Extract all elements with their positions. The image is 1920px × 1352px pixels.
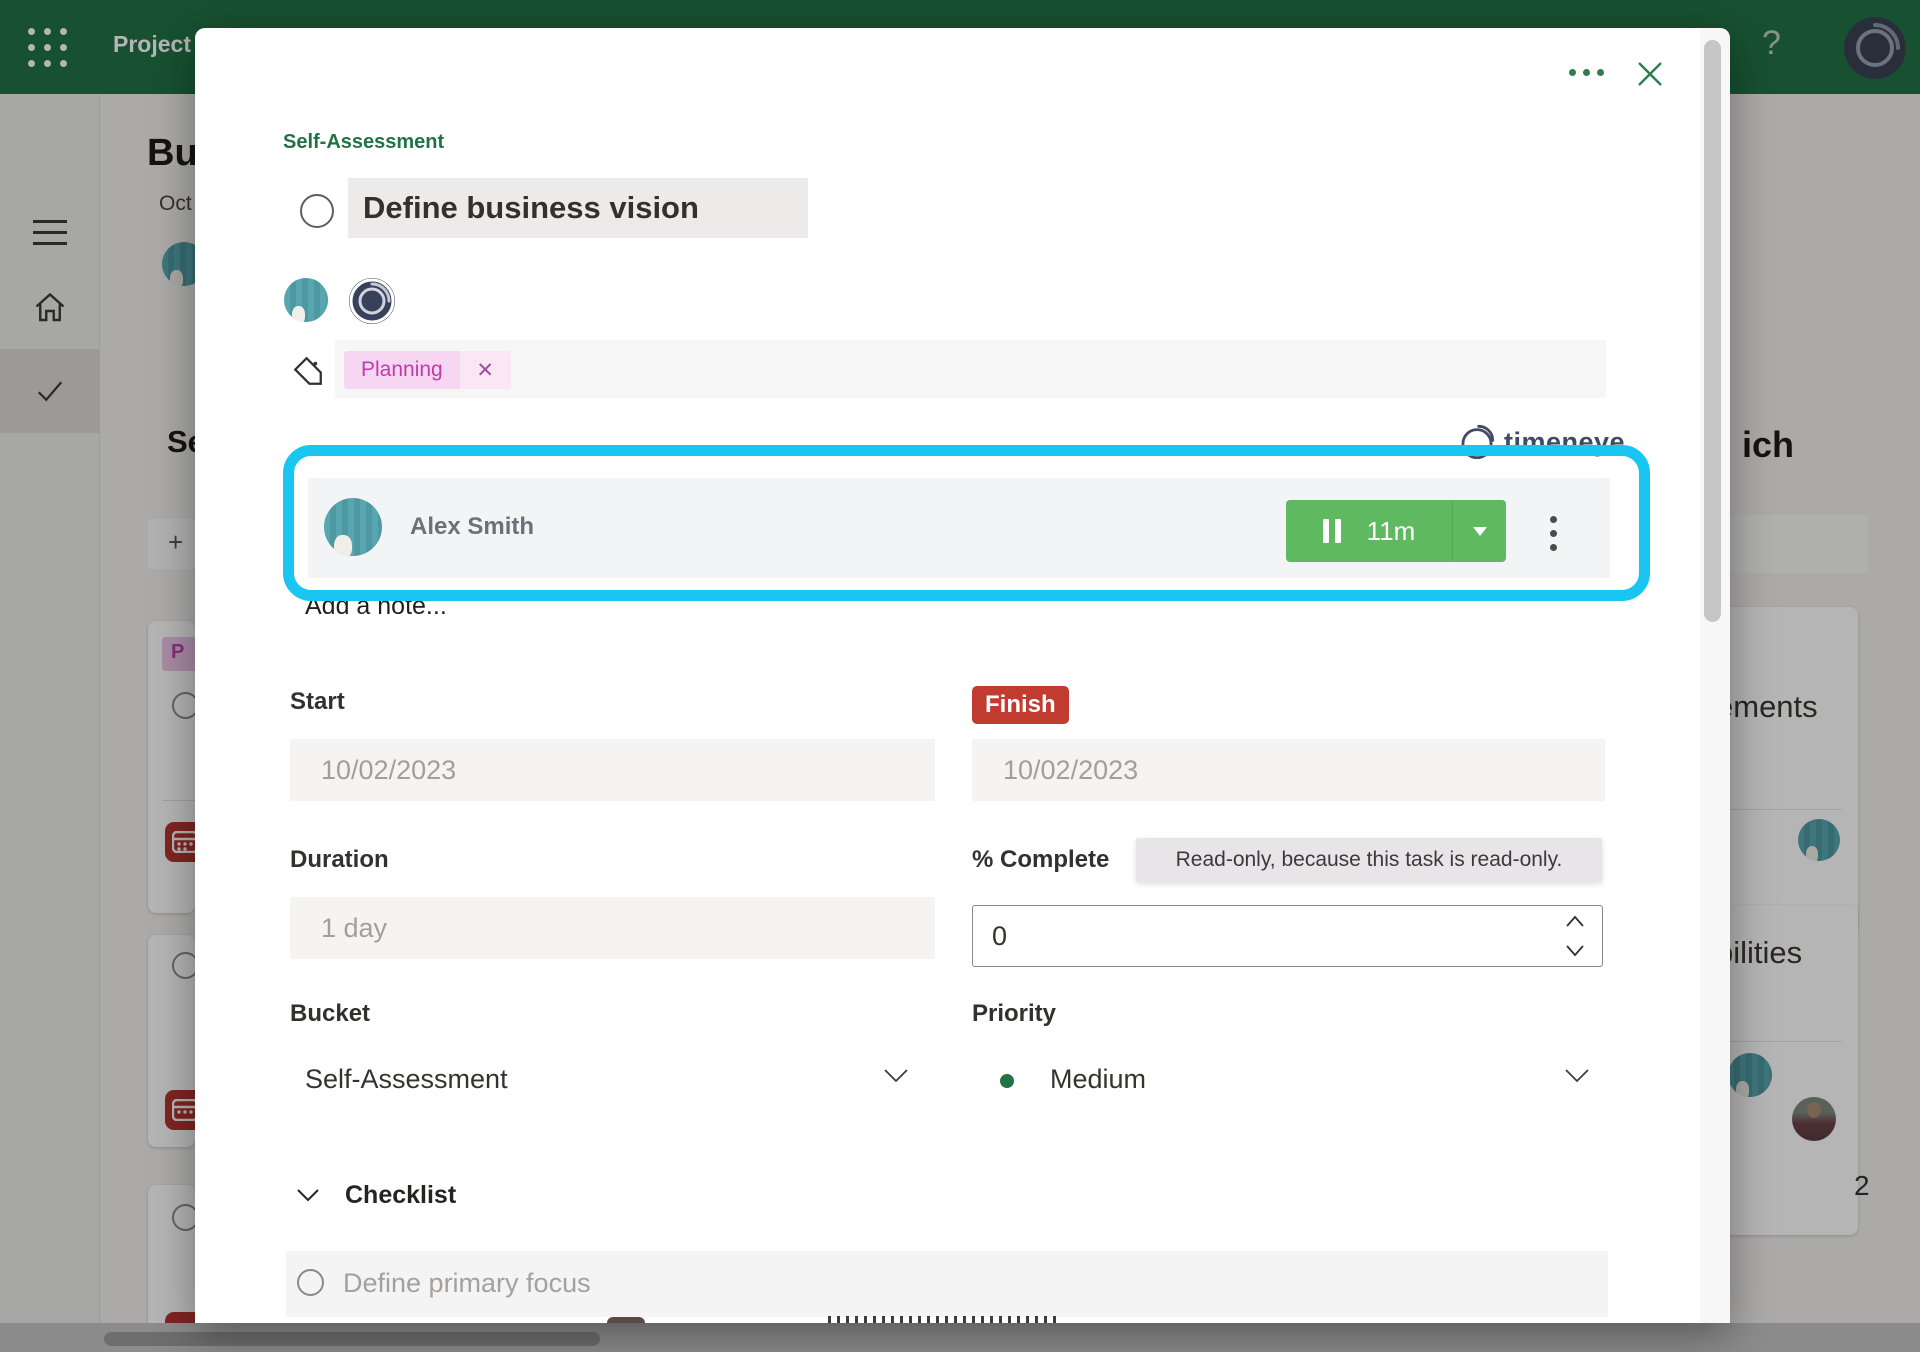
finish-label-badge: Finish xyxy=(972,686,1069,724)
next-row-avatar-fragment xyxy=(607,1317,645,1323)
chevron-down-icon[interactable] xyxy=(883,1068,909,1084)
percent-complete-label: % Complete xyxy=(972,846,1109,874)
bucket-label: Bucket xyxy=(290,1000,370,1028)
priority-dropdown[interactable]: Medium xyxy=(1050,1064,1146,1095)
assignee-avatar[interactable] xyxy=(284,278,328,322)
checklist-item-circle[interactable] xyxy=(297,1269,324,1296)
dialog-scrollbar-thumb[interactable] xyxy=(1704,40,1721,622)
checklist-item-text: Define primary focus xyxy=(343,1268,591,1299)
next-row-text-fragment xyxy=(828,1316,1058,1323)
close-icon[interactable] xyxy=(1635,59,1665,89)
bucket-dropdown[interactable]: Self-Assessment xyxy=(305,1064,508,1095)
chevron-down-icon[interactable] xyxy=(1564,1068,1590,1084)
highlight-focus-box xyxy=(283,445,1650,601)
more-options-icon[interactable] xyxy=(1569,69,1604,76)
checklist-collapse-icon[interactable] xyxy=(296,1188,320,1203)
remove-tag-icon[interactable]: ✕ xyxy=(460,351,511,389)
bucket-tag-label: Self-Assessment xyxy=(283,131,444,154)
duration-label: Duration xyxy=(290,846,389,874)
checklist-heading: Checklist xyxy=(345,1181,456,1210)
task-detail-dialog: Self-Assessment Define business vision P… xyxy=(195,28,1730,1323)
tag-icon xyxy=(291,353,325,389)
chevron-down-icon[interactable] xyxy=(1565,944,1585,958)
readonly-tooltip: Read-only, because this task is read-onl… xyxy=(1136,838,1602,882)
tag-label: Planning xyxy=(344,351,460,389)
priority-label: Priority xyxy=(972,1000,1056,1028)
labels-strip[interactable]: Planning ✕ xyxy=(335,340,1606,398)
complete-task-circle[interactable] xyxy=(300,194,334,228)
percent-value: 0 xyxy=(992,921,1007,952)
priority-dot-medium xyxy=(1000,1074,1014,1088)
start-date-input[interactable]: 10/02/2023 xyxy=(290,739,935,801)
task-title-input[interactable]: Define business vision xyxy=(348,178,808,238)
timeneye-avatar[interactable] xyxy=(349,278,395,324)
start-label: Start xyxy=(290,688,345,716)
finish-date-input[interactable]: 10/02/2023 xyxy=(972,739,1605,801)
duration-input[interactable]: 1 day xyxy=(290,897,935,959)
percent-complete-spinner[interactable]: 0 xyxy=(972,905,1603,967)
tag-chip-planning[interactable]: Planning ✕ xyxy=(344,351,511,389)
checklist-item-row[interactable]: Define primary focus xyxy=(286,1251,1608,1317)
chevron-up-icon[interactable] xyxy=(1565,914,1585,928)
